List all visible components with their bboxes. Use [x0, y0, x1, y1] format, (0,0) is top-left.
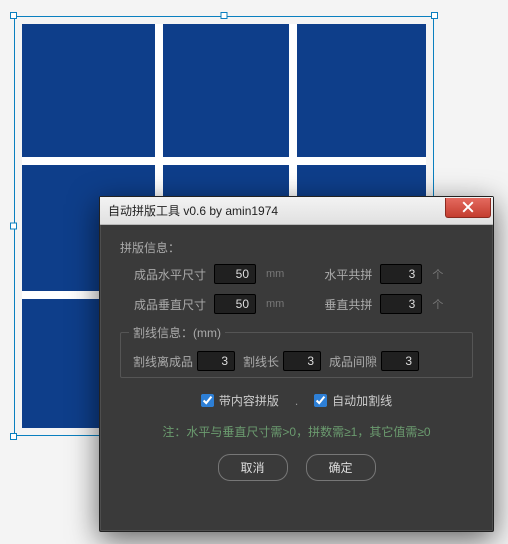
- h-count-unit: 个: [432, 266, 443, 282]
- auto-cutline-checkbox-wrap[interactable]: 自动加割线: [314, 392, 392, 409]
- v-size-label: 成品垂直尺寸: [134, 296, 206, 313]
- note-text: 注：水平与垂直尺寸需>0，拼数需≥1，其它值需≥0: [120, 423, 473, 440]
- v-size-input[interactable]: [214, 294, 256, 314]
- v-size-unit: mm: [266, 298, 284, 310]
- cancel-button[interactable]: 取消: [218, 454, 288, 481]
- auto-cutline-checkbox[interactable]: [314, 394, 327, 407]
- section-cutline-title: 割线信息：(mm): [129, 324, 225, 341]
- close-button[interactable]: [445, 198, 491, 218]
- h-size-unit: mm: [266, 268, 284, 280]
- h-size-label: 成品水平尺寸: [134, 266, 206, 283]
- dialog-titlebar[interactable]: 自动拼版工具 v0.6 by amin1974: [100, 197, 493, 225]
- resize-handle-n[interactable]: [221, 12, 228, 19]
- section-imposition-title: 拼版信息：: [120, 239, 473, 256]
- gap-label: 成品间隙: [329, 353, 377, 370]
- close-icon: [462, 201, 474, 213]
- imposition-dialog: 自动拼版工具 v0.6 by amin1974 拼版信息： 成品水平尺寸 mm …: [99, 196, 494, 532]
- with-content-checkbox-wrap[interactable]: 带内容拼版: [201, 392, 279, 409]
- cut-offset-input[interactable]: [197, 351, 235, 371]
- dialog-title: 自动拼版工具 v0.6 by amin1974: [108, 202, 445, 219]
- with-content-checkbox[interactable]: [201, 394, 214, 407]
- h-count-label: 水平共拼: [324, 266, 372, 283]
- auto-cutline-label: 自动加割线: [332, 392, 392, 409]
- v-count-label: 垂直共拼: [324, 296, 372, 313]
- h-size-input[interactable]: [214, 264, 256, 284]
- resize-handle-nw[interactable]: [10, 12, 17, 19]
- cut-len-input[interactable]: [283, 351, 321, 371]
- cutline-fieldset: 割线信息：(mm) 割线离成品 割线长 成品间隙: [120, 324, 473, 378]
- cut-offset-label: 割线离成品: [133, 353, 193, 370]
- gap-input[interactable]: [381, 351, 419, 371]
- v-count-input[interactable]: [380, 294, 422, 314]
- h-count-input[interactable]: [380, 264, 422, 284]
- v-count-unit: 个: [432, 296, 443, 312]
- ok-button[interactable]: 确定: [306, 454, 376, 481]
- cut-len-label: 割线长: [243, 353, 279, 370]
- resize-handle-w[interactable]: [10, 223, 17, 230]
- with-content-label: 带内容拼版: [219, 392, 279, 409]
- resize-handle-sw[interactable]: [10, 433, 17, 440]
- separator-dot: .: [295, 394, 298, 408]
- resize-handle-ne[interactable]: [431, 12, 438, 19]
